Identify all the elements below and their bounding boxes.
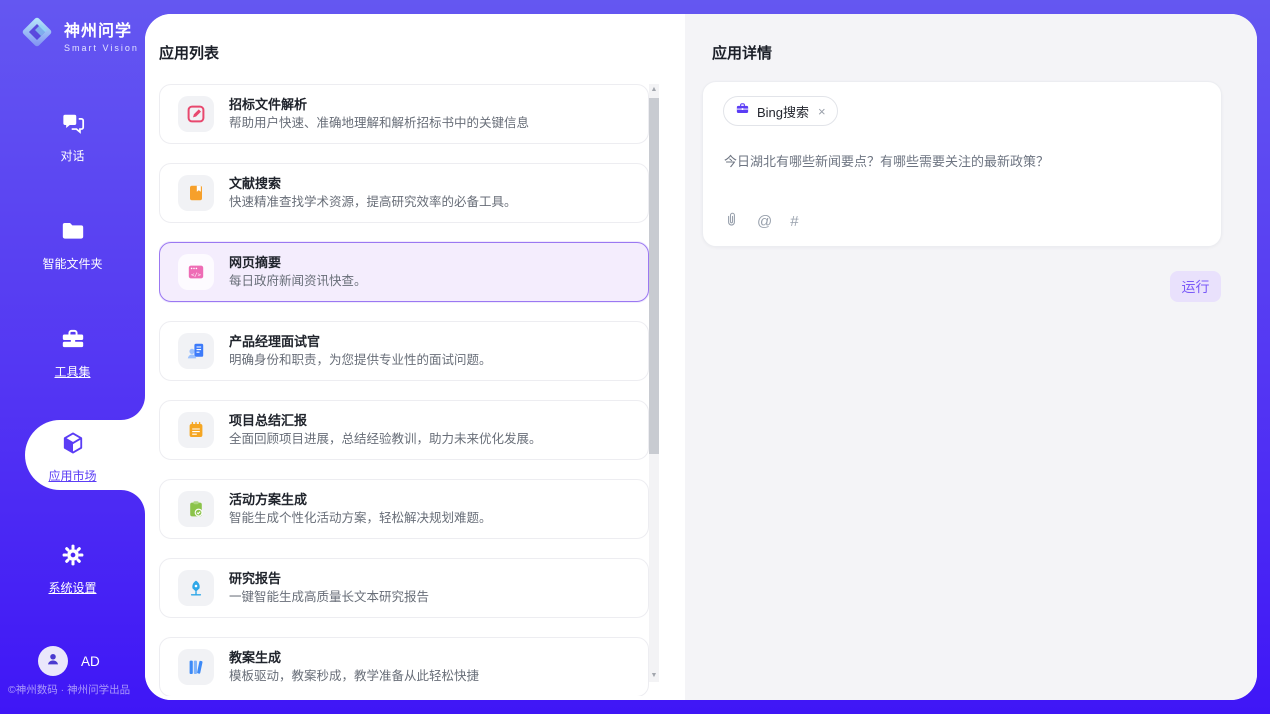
app-card-web-summary[interactable]: </> 网页摘要 每日政府新闻资讯快查。 [159,242,649,302]
sidebar-item-label: 对话 [60,147,84,164]
scroll-down-icon[interactable]: ▼ [649,670,659,682]
app-list-scrollbar[interactable]: ▲ ▼ [649,84,659,682]
app-card-description: 模板驱动，教案秒成，教学准备从此轻松快捷 [229,668,479,685]
app-card-event-plan[interactable]: 活动方案生成 智能生成个性化活动方案，轻松解决规划难题。 [159,479,649,539]
chat-icon [60,110,86,141]
prompt-toolbar: @ # [724,211,799,232]
briefcase-icon [735,101,750,121]
sidebar-item-toolset[interactable]: 工具集 [0,326,145,380]
pill-top-curve [121,396,145,420]
app-card-bid-parse[interactable]: 招标文件解析 帮助用户快速、准确地理解和解析招标书中的关键信息 [159,84,649,144]
books-icon [178,649,214,685]
app-card-lesson-plan[interactable]: 教案生成 模板驱动，教案秒成，教学准备从此轻松快捷 [159,637,649,696]
sidebar-footer: ©神州数码 · 神州问学出品 [8,682,130,697]
app-card-description: 一键智能生成高质量长文本研究报告 [229,589,429,606]
bid-doc-icon [178,96,214,132]
prompt-card: Bing搜索 × 今日湖北有哪些新闻要点？有哪些需要关注的最新政策？ @ # [702,81,1222,247]
paperclip-icon[interactable] [724,211,739,232]
scroll-up-icon[interactable]: ▲ [649,84,659,96]
cube-icon [60,430,86,461]
app-card-research-report[interactable]: 研究报告 一键智能生成高质量长文本研究报告 [159,558,649,618]
folder-icon [60,218,86,249]
book-icon [178,175,214,211]
user-badge[interactable]: AD [38,646,100,676]
report-icon [178,570,214,606]
app-card-title: 网页摘要 [229,254,367,271]
pill-bottom-curve [121,490,145,514]
app-card-description: 每日政府新闻资讯快查。 [229,273,367,290]
avatar [38,646,68,676]
at-icon[interactable]: @ [757,214,772,230]
app-detail-panel: 应用详情 Bing搜索 × 今日湖北有哪些新闻要点？有哪些需要关注的最新政策？ [685,14,1257,700]
plugin-chip-label: Bing搜索 [757,102,809,121]
sidebar-item-label: 智能文件夹 [42,255,102,272]
sidebar-item-settings[interactable]: 系统设置 [0,542,145,596]
chip-close-icon[interactable]: × [818,104,826,119]
sidebar-item-smart-folder[interactable]: 智能文件夹 [0,218,145,272]
brand-logo: 神州问学 Smart Vision [18,13,139,56]
app-card-title: 研究报告 [229,570,429,587]
app-card-title: 产品经理面试官 [229,333,492,350]
sidebar-item-label: 应用市场 [48,467,96,484]
brand-subtitle: Smart Vision [64,43,139,53]
app-card-title: 招标文件解析 [229,96,529,113]
app-card-literature-search[interactable]: 文献搜索 快速精准查找学术资源，提高研究效率的必备工具。 [159,163,649,223]
hash-icon[interactable]: # [790,214,798,230]
clipboard-icon [178,491,214,527]
app-card-description: 帮助用户快速、准确地理解和解析招标书中的关键信息 [229,115,529,132]
run-button[interactable]: 运行 [1170,271,1221,302]
person-icon [44,650,62,673]
sidebar-item-label: 工具集 [54,363,90,380]
prompt-input[interactable]: 今日湖北有哪些新闻要点？有哪些需要关注的最新政策？ [724,152,1201,171]
app-list-panel: 应用列表 招标文件解析 帮助用户快速、准确地理解和解析招标书中的关键信息 [145,14,685,700]
sidebar-item-label: 系统设置 [48,579,96,596]
gear-icon [60,542,86,573]
app-card-title: 项目总结汇报 [229,412,542,429]
user-initials: AD [81,654,100,669]
main-content: 应用列表 招标文件解析 帮助用户快速、准确地理解和解析招标书中的关键信息 [145,14,1257,700]
app-card-title: 活动方案生成 [229,491,492,508]
app-detail-title: 应用详情 [712,42,772,63]
app-card-description: 明确身份和职责，为您提供专业性的面试问题。 [229,352,492,369]
svg-text:</>: </> [191,272,202,278]
app-card-title: 教案生成 [229,649,479,666]
brand-name: 神州问学 [64,17,139,41]
scrollbar-thumb[interactable] [649,98,659,454]
app-card-description: 全面回顾项目进展，总结经验教训，助力未来优化发展。 [229,431,542,448]
diamond-logo-icon [18,13,56,56]
app-card-title: 文献搜索 [229,175,517,192]
sidebar-item-app-market[interactable]: 应用市场 [0,430,145,484]
app-card-pm-interviewer[interactable]: 产品经理面试官 明确身份和职责，为您提供专业性的面试问题。 [159,321,649,381]
app-list-title: 应用列表 [159,42,219,63]
note-icon [178,412,214,448]
interviewer-icon [178,333,214,369]
sidebar: 神州问学 Smart Vision 对话 智能文件夹 [0,0,145,714]
app-card-project-summary[interactable]: 项目总结汇报 全面回顾项目进展，总结经验教训，助力未来优化发展。 [159,400,649,460]
plugin-chip-bing-search[interactable]: Bing搜索 × [723,96,838,126]
toolbox-icon [60,326,86,357]
webpage-icon: </> [178,254,214,290]
app-card-description: 快速精准查找学术资源，提高研究效率的必备工具。 [229,194,517,211]
sidebar-item-chat[interactable]: 对话 [0,110,145,164]
app-card-description: 智能生成个性化活动方案，轻松解决规划难题。 [229,510,492,527]
app-card-list: 招标文件解析 帮助用户快速、准确地理解和解析招标书中的关键信息 文献搜索 快速精… [159,84,649,696]
